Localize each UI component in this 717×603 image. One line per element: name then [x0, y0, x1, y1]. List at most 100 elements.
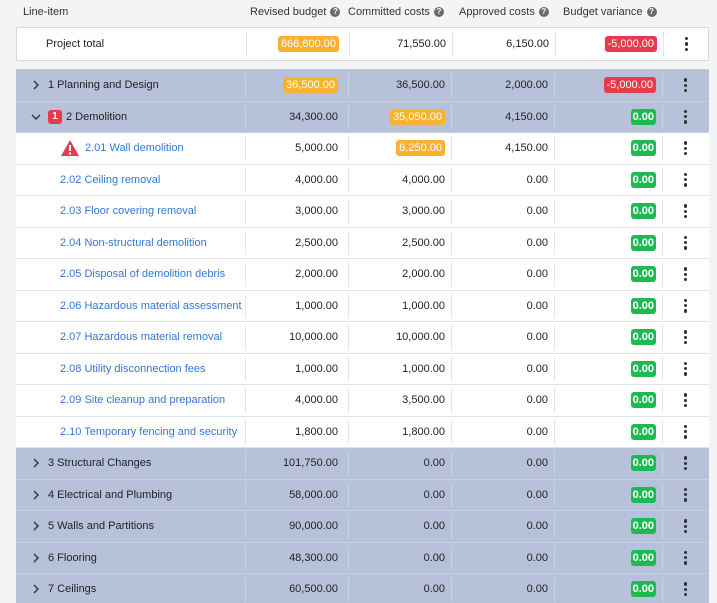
more-options-icon[interactable]: [683, 172, 688, 188]
revised-budget-value: 2,500.00: [295, 236, 338, 249]
revised-budget-cell: 101,750.00: [245, 448, 348, 479]
table-row[interactable]: 2.10 Temporary fencing and security 1,800…: [16, 416, 709, 448]
warning-icon: [60, 139, 80, 157]
chevron-right-icon[interactable]: [28, 77, 44, 93]
more-options-icon[interactable]: [683, 392, 688, 408]
chevron-right-icon[interactable]: [28, 487, 44, 503]
table-row[interactable]: 2.09 Site cleanup and preparation 4,000.0…: [16, 385, 709, 417]
more-options-icon[interactable]: [683, 77, 688, 93]
help-icon[interactable]: ?: [538, 7, 549, 17]
more-options-icon[interactable]: [683, 581, 688, 597]
more-options-icon[interactable]: [683, 109, 688, 125]
group-label[interactable]: 5 Walls and Partitions: [48, 520, 154, 532]
budget-variance-badge: 0.00: [630, 360, 656, 377]
more-options-icon[interactable]: [683, 455, 688, 471]
revised-budget-value: 4,000.00: [295, 394, 338, 407]
group-label[interactable]: 4 Electrical and Plumbing: [48, 489, 172, 501]
committed-costs-value: 0.00: [423, 457, 445, 470]
project-total-menu-cell: [663, 28, 710, 60]
more-options-icon[interactable]: [683, 203, 688, 219]
more-options-icon[interactable]: [683, 518, 688, 534]
header-budget-variance[interactable]: Budget variance ?: [563, 6, 657, 18]
approved-costs-cell: 4,150.00: [451, 133, 554, 164]
table-row[interactable]: 2.05 Disposal of demolition debris 2,000.…: [16, 259, 709, 291]
line-item-link[interactable]: 2.02 Ceiling removal: [60, 174, 160, 186]
group-row[interactable]: 1 2 Demolition 34,300.00 35,050.00 4,150.00 0…: [16, 101, 709, 133]
table-row[interactable]: 2.06 Hazardous material assessment 1,000.…: [16, 290, 709, 322]
committed-costs-cell: 36,500.00: [348, 70, 451, 101]
revised-budget-value: 1,000.00: [295, 362, 338, 375]
group-row[interactable]: 5 Walls and Partitions 90,000.00 0.00 0.00 0…: [16, 511, 709, 543]
budget-variance-badge: 0.00: [630, 234, 656, 251]
header-revised-budget[interactable]: Revised budget ?: [250, 6, 341, 18]
line-item-link[interactable]: 2.05 Disposal of demolition debris: [60, 268, 225, 280]
approved-costs-value: 0.00: [526, 520, 548, 533]
chevron-right-icon[interactable]: [28, 581, 44, 597]
line-item-link[interactable]: 2.04 Non-structural demolition: [60, 237, 207, 249]
budget-variance-badge: 0.00: [630, 392, 656, 409]
group-row[interactable]: 1 Planning and Design 36,500.00 36,500.00 2…: [16, 70, 709, 102]
chevron-right-icon[interactable]: [28, 518, 44, 534]
line-item-link[interactable]: 2.10 Temporary fencing and security: [60, 426, 237, 438]
group-label[interactable]: 7 Ceilings: [48, 583, 96, 595]
more-options-icon[interactable]: [683, 298, 688, 314]
revised-budget-cell: 5,000.00: [245, 133, 348, 164]
approved-costs-value: 0.00: [526, 551, 548, 564]
header-committed-costs-label: Committed costs: [348, 6, 430, 18]
line-item-link[interactable]: 2.08 Utility disconnection fees: [60, 363, 206, 375]
more-options-icon[interactable]: [683, 140, 688, 156]
more-options-icon[interactable]: [683, 266, 688, 282]
table-row[interactable]: 2.01 Wall demolition 5,000.00 6,250.00 4,15…: [16, 133, 709, 165]
more-options-icon[interactable]: [683, 550, 688, 566]
row-menu-cell: [662, 70, 709, 101]
help-icon[interactable]: ?: [433, 7, 444, 17]
group-row[interactable]: 3 Structural Changes 101,750.00 0.00 0.00 0.…: [16, 448, 709, 480]
header-line-item[interactable]: Line-item: [23, 6, 68, 18]
revised-budget-cell: 4,000.00: [245, 165, 348, 196]
group-label[interactable]: 6 Flooring: [48, 552, 97, 564]
more-options-icon[interactable]: [683, 361, 688, 377]
table-row[interactable]: 2.03 Floor covering removal 3,000.00 3,000…: [16, 196, 709, 228]
revised-budget-value: 4,000.00: [295, 173, 338, 186]
table-row[interactable]: 2.08 Utility disconnection fees 1,000.00 1…: [16, 353, 709, 385]
budget-variance-cell: 0.00: [554, 102, 662, 133]
line-item-link[interactable]: 2.06 Hazardous material assessment: [60, 300, 242, 312]
chevron-right-icon[interactable]: [28, 550, 44, 566]
project-total-committed-cell: 71,550.00: [349, 28, 452, 60]
more-options-icon[interactable]: [683, 487, 688, 503]
help-icon[interactable]: ?: [646, 7, 657, 17]
revised-budget-cell: 4,000.00: [245, 385, 348, 416]
revised-budget-badge: 36,500.00: [283, 77, 338, 94]
group-row[interactable]: 4 Electrical and Plumbing 58,000.00 0.00 0.…: [16, 479, 709, 511]
committed-costs-value: 3,500.00: [402, 394, 445, 407]
revised-budget-value: 2,000.00: [295, 268, 338, 281]
line-item-link[interactable]: 2.03 Floor covering removal: [60, 205, 196, 217]
approved-costs-value: 0.00: [526, 362, 548, 375]
header-approved-costs[interactable]: Approved costs ?: [459, 6, 549, 18]
budget-variance-cell: 0.00: [554, 480, 662, 511]
more-options-icon[interactable]: [683, 424, 688, 440]
table-row[interactable]: 2.04 Non-structural demolition 2,500.00 2,…: [16, 227, 709, 259]
header-committed-costs[interactable]: Committed costs ?: [348, 6, 444, 18]
line-item-link[interactable]: 2.09 Site cleanup and preparation: [60, 394, 225, 406]
group-label[interactable]: 1 Planning and Design: [48, 79, 159, 91]
group-row[interactable]: 6 Flooring 48,300.00 0.00 0.00 0.00: [16, 542, 709, 574]
table-row[interactable]: 2.02 Ceiling removal 4,000.00 4,000.00 0.00…: [16, 164, 709, 196]
chevron-down-icon[interactable]: [28, 109, 44, 125]
group-label[interactable]: 3 Structural Changes: [48, 457, 151, 469]
committed-costs-value: 4,000.00: [402, 173, 445, 186]
header-approved-costs-label: Approved costs: [459, 6, 535, 18]
more-options-icon[interactable]: [683, 329, 688, 345]
more-options-icon[interactable]: [684, 36, 689, 52]
line-item-link[interactable]: 2.07 Hazardous material removal: [60, 331, 222, 343]
group-label[interactable]: 2 Demolition: [66, 111, 127, 123]
chevron-right-icon[interactable]: [28, 455, 44, 471]
more-options-icon[interactable]: [683, 235, 688, 251]
help-icon[interactable]: ?: [330, 7, 341, 17]
approved-costs-value: 0.00: [526, 425, 548, 438]
group-row[interactable]: 7 Ceilings 60,500.00 0.00 0.00 0.00: [16, 574, 709, 603]
revised-budget-cell: 1,800.00: [245, 417, 348, 448]
line-item-link[interactable]: 2.01 Wall demolition: [85, 142, 184, 154]
table-row[interactable]: 2.07 Hazardous material removal 10,000.00…: [16, 322, 709, 354]
budget-variance-cell: 0.00: [554, 417, 662, 448]
